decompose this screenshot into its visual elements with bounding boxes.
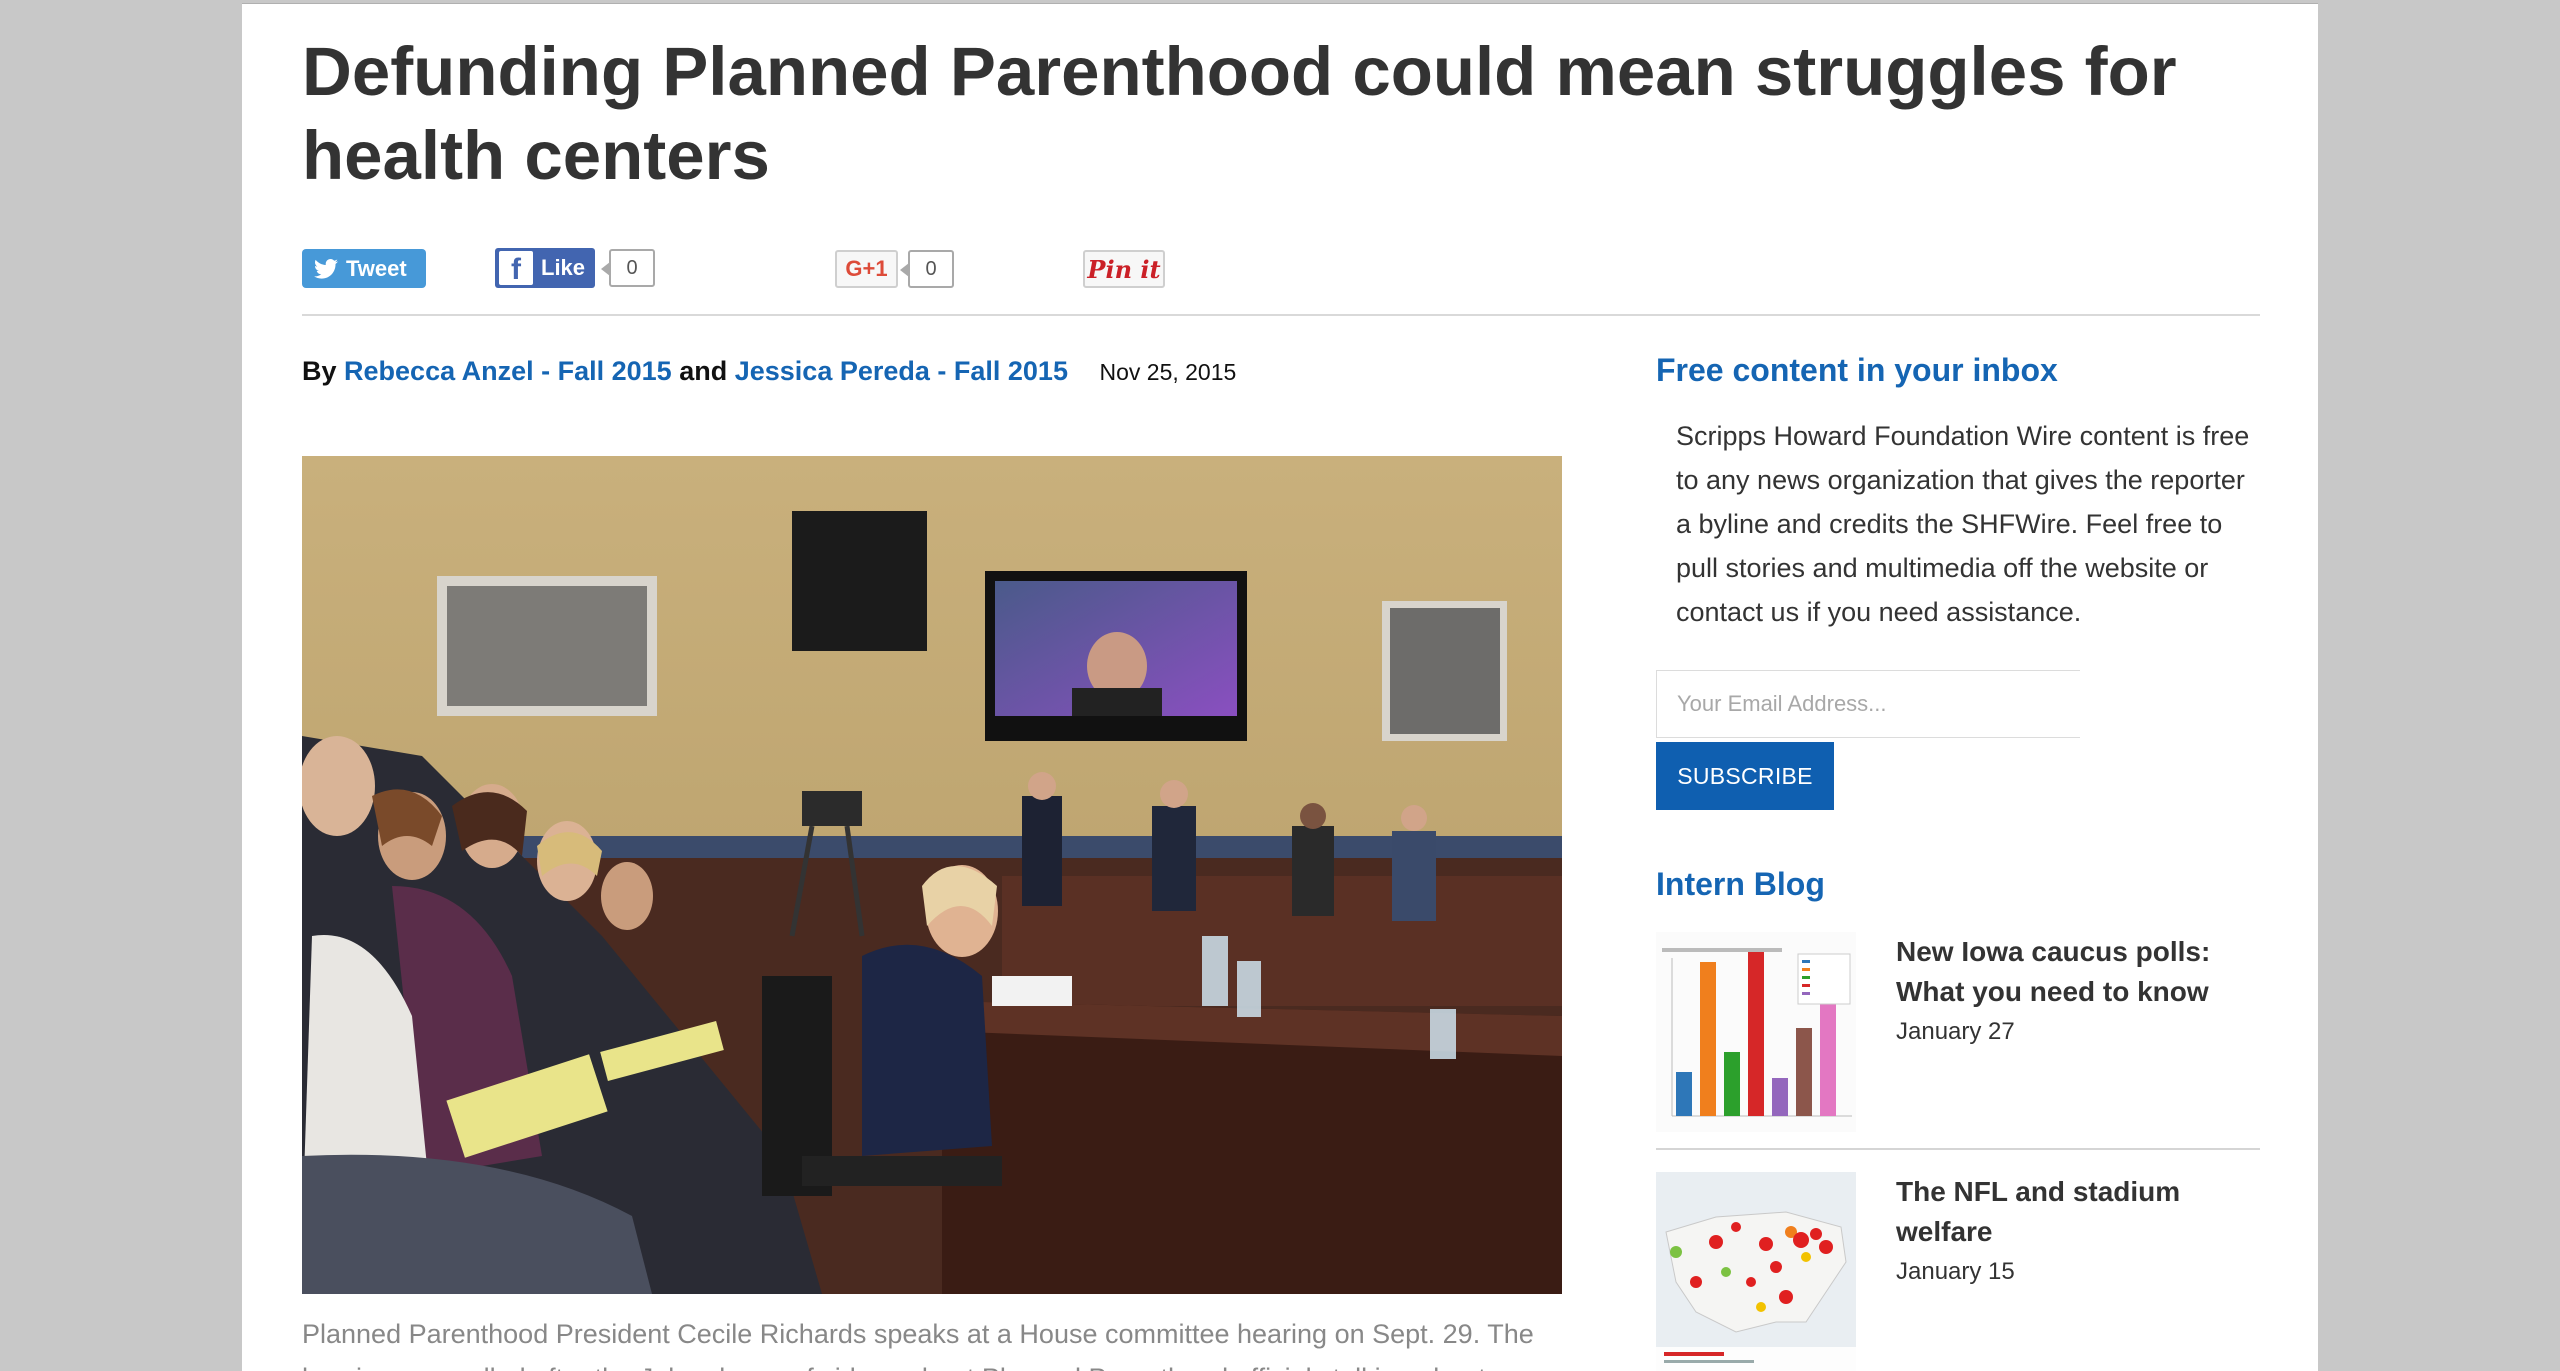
- blog-post-date: January 15: [1896, 1258, 2015, 1285]
- like-count: 0: [601, 249, 655, 287]
- author-link-1[interactable]: Rebecca Anzel - Fall 2015: [344, 356, 672, 386]
- article-page: Defunding Planned Parenthood could mean …: [242, 3, 2318, 1371]
- hearing-photo-illustration: [302, 456, 1562, 1294]
- newsletter-heading: Free content in your inbox: [1656, 352, 2058, 388]
- us-map-thumbnail-image: [1656, 1172, 1856, 1371]
- like-label: Like: [541, 255, 586, 280]
- facebook-like-button[interactable]: f Like: [495, 248, 595, 288]
- poll-chart-thumbnail[interactable]: [1656, 932, 1856, 1132]
- newsletter-description: Scripps Howard Foundation Wire content i…: [1676, 421, 2250, 627]
- pin-label: Pin it: [1087, 254, 1161, 284]
- post-divider: [1656, 1148, 2260, 1150]
- photo-caption: Planned Parenthood President Cecile Rich…: [302, 1319, 1534, 1371]
- facebook-icon: f: [499, 251, 533, 285]
- blog-post-date: January 27: [1896, 1018, 2015, 1045]
- google-plus-button[interactable]: G+1: [835, 250, 898, 288]
- stadium-map-thumbnail[interactable]: [1656, 1172, 1856, 1371]
- gplus-label: G+1: [845, 256, 888, 281]
- and-label: and: [679, 356, 728, 386]
- bar-chart-thumbnail-image: [1656, 932, 1856, 1132]
- publish-date: Nov 25, 2015: [1099, 359, 1237, 385]
- divider: [302, 314, 2260, 316]
- tweet-label: Tweet: [346, 255, 407, 281]
- subscribe-button[interactable]: SUBSCRIBE: [1656, 742, 1834, 810]
- article-photo: [302, 456, 1562, 1294]
- blog-post-title[interactable]: The NFL and stadium welfare: [1896, 1172, 2256, 1252]
- blog-post-title[interactable]: New Iowa caucus polls: What you need to …: [1896, 932, 2256, 1012]
- intern-blog-heading: Intern Blog: [1656, 866, 1825, 902]
- email-input[interactable]: [1656, 670, 2080, 738]
- byline: By Rebecca Anzel - Fall 2015 and Jessica…: [302, 356, 1236, 387]
- pinterest-button[interactable]: Pin it: [1083, 250, 1165, 288]
- twitter-bird-icon: [314, 258, 338, 279]
- by-label: By: [302, 356, 337, 386]
- gplus-count: 0: [900, 250, 954, 288]
- author-link-2[interactable]: Jessica Pereda - Fall 2015: [735, 356, 1068, 386]
- article-title: Defunding Planned Parenthood could mean …: [302, 33, 2177, 194]
- tweet-button[interactable]: Tweet: [302, 249, 426, 288]
